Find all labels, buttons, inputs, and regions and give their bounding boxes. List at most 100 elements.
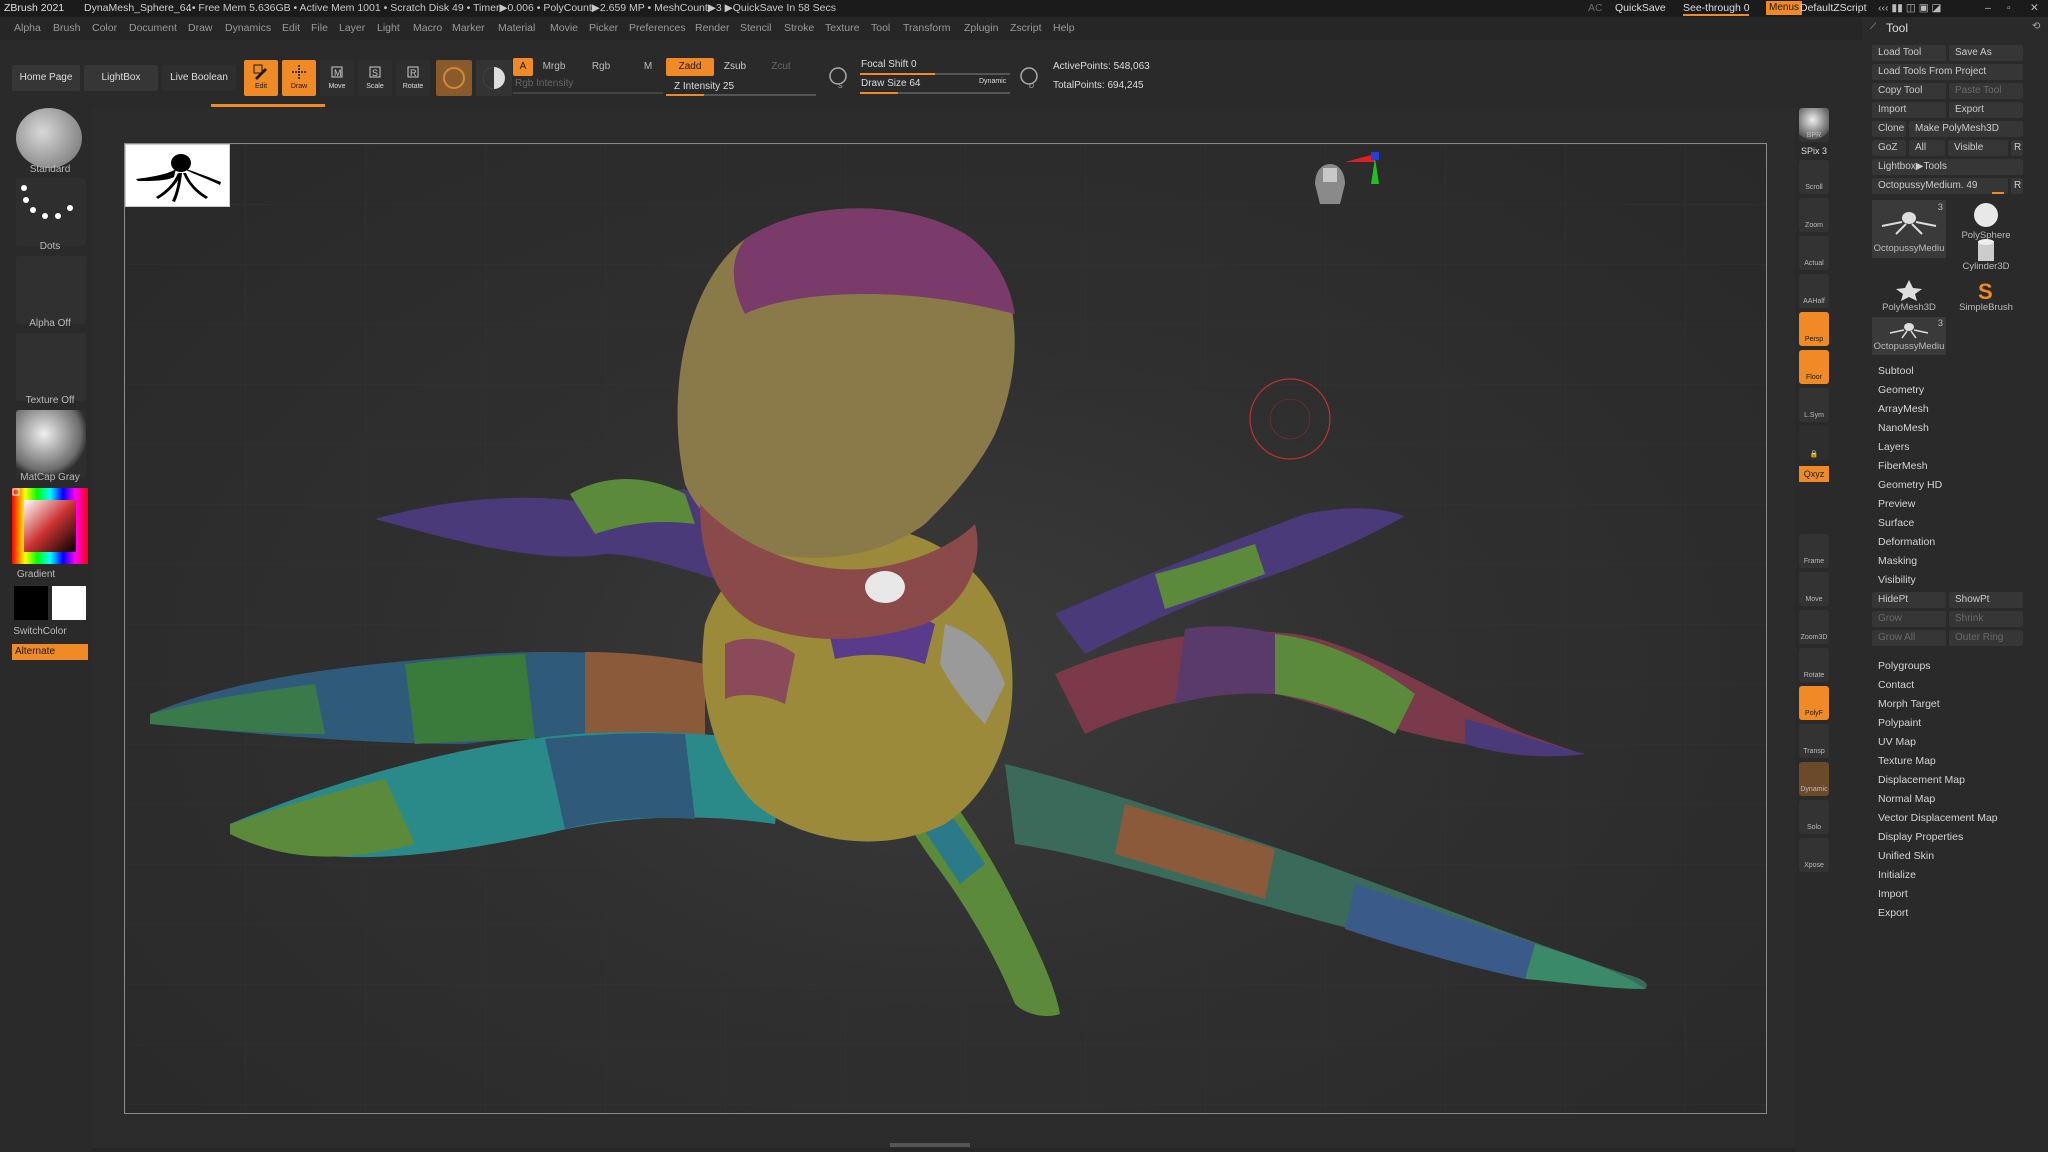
scroll-button[interactable]: Scroll	[1799, 160, 1829, 194]
dynamic-button[interactable]: Dynamic	[1799, 762, 1829, 796]
zadd-toggle[interactable]: Zadd	[666, 58, 714, 76]
subpalette-fibermesh[interactable]: FiberMesh	[1878, 460, 1928, 472]
lightbox-tools-button[interactable]: Lightbox▶Tools	[1872, 159, 2023, 175]
subpalette-geometry-hd[interactable]: Geometry HD	[1878, 479, 1942, 491]
menu-texture[interactable]: Texture	[825, 22, 859, 34]
tool-tile-polymesh3d[interactable]: PolyMesh3D	[1872, 278, 1946, 316]
menu-marker[interactable]: Marker	[452, 22, 485, 34]
zoom-button[interactable]: Zoom	[1799, 198, 1829, 232]
subpalette-polygroups[interactable]: Polygroups	[1878, 660, 1931, 672]
subpalette-import[interactable]: Import	[1878, 888, 1908, 900]
home-page-button[interactable]: Home Page	[12, 65, 80, 91]
subpalette-polypaint[interactable]: Polypaint	[1878, 717, 1921, 729]
color-sphere-button[interactable]	[476, 60, 512, 96]
subpalette-visibility[interactable]: Visibility	[1878, 574, 1916, 586]
bpr-button[interactable]: BPR	[1799, 108, 1829, 142]
alternate-button[interactable]: Alternate	[12, 644, 88, 660]
goz-visible-button[interactable]: Visible	[1948, 140, 2008, 156]
subpalette-geometry[interactable]: Geometry	[1878, 384, 1924, 396]
actual-button[interactable]: Actual	[1799, 236, 1829, 270]
save-as-button[interactable]: Save As	[1949, 45, 2023, 61]
rgb-toggle[interactable]: Rgb	[584, 58, 618, 76]
a-toggle[interactable]: A	[513, 58, 533, 76]
subpalette-contact[interactable]: Contact	[1878, 679, 1914, 691]
zcut-toggle[interactable]: Zcut	[764, 58, 798, 76]
dynamic-toggle[interactable]: Dynamic	[979, 78, 1006, 85]
load-tools-from-project-button[interactable]: Load Tools From Project	[1872, 64, 2023, 80]
rotate-button[interactable]: R Rotate	[396, 60, 430, 96]
polyf-button[interactable]: PolyF	[1799, 686, 1829, 720]
draw-size-slider[interactable]: Draw Size 64	[861, 78, 920, 89]
copy-tool-button[interactable]: Copy Tool	[1872, 83, 1946, 99]
goz-button[interactable]: GoZ	[1872, 140, 1906, 156]
aahalf-button[interactable]: AAHalf	[1799, 274, 1829, 308]
lsym-button[interactable]: L.Sym	[1799, 388, 1829, 422]
solo-button[interactable]: Solo	[1799, 800, 1829, 834]
stroke-thumbnail[interactable]	[16, 178, 86, 246]
secondary-color-swatch[interactable]	[14, 586, 48, 620]
palette-pin-icon[interactable]: ⟋	[1870, 21, 1876, 32]
m-toggle[interactable]: M	[638, 58, 658, 76]
menu-tool[interactable]: Tool	[871, 22, 890, 34]
focal-shift-slider[interactable]: Focal Shift 0	[861, 59, 917, 70]
subpalette-preview[interactable]: Preview	[1878, 498, 1915, 510]
export-tool-button[interactable]: Export	[1949, 102, 2023, 118]
material-thumbnail[interactable]	[16, 410, 86, 478]
material-swatch-button[interactable]	[436, 60, 472, 96]
goz-r-button[interactable]: R	[2011, 140, 2023, 156]
subpalette-masking[interactable]: Masking	[1878, 555, 1917, 567]
texture-thumbnail[interactable]	[16, 333, 86, 401]
current-tool-r-button[interactable]: R	[2011, 178, 2023, 194]
menu-edit[interactable]: Edit	[282, 22, 300, 34]
subpalette-texture-map[interactable]: Texture Map	[1878, 755, 1936, 767]
menu-dynamics[interactable]: Dynamics	[225, 22, 271, 34]
menu-stroke[interactable]: Stroke	[784, 22, 814, 34]
layout-icons[interactable]: ‹‹‹ ▮▮ ◫ ▣ ◪	[1878, 2, 1941, 14]
grow-all-button[interactable]: Grow All	[1872, 630, 1946, 646]
menu-brush[interactable]: Brush	[53, 22, 80, 34]
reference-image[interactable]	[125, 144, 230, 207]
persp-button[interactable]: Persp	[1799, 312, 1829, 346]
subpalette-export[interactable]: Export	[1878, 907, 1908, 919]
switchcolor-button[interactable]: SwitchColor	[0, 626, 80, 637]
menus-toggle[interactable]: Menus	[1766, 1, 1803, 15]
subpalette-initialize[interactable]: Initialize	[1878, 869, 1916, 881]
shrink-button[interactable]: Shrink	[1949, 611, 2023, 627]
move-button[interactable]: M Move	[320, 60, 354, 96]
menu-light[interactable]: Light	[377, 22, 400, 34]
grow-button[interactable]: Grow	[1872, 611, 1946, 627]
menu-layer[interactable]: Layer	[339, 22, 365, 34]
brush-thumbnail[interactable]	[16, 108, 82, 168]
lightbox-button[interactable]: LightBox	[84, 65, 158, 91]
tool-tile-cylinder3d[interactable]: Cylinder3D	[1949, 239, 2023, 277]
edit-button[interactable]: Edit	[244, 60, 278, 96]
minimize-icon[interactable]: –	[1985, 2, 1991, 14]
octopus-model[interactable]	[125, 144, 1766, 1113]
tool-tile-octopussy-2[interactable]: 3 OctopussyMediu	[1872, 317, 1946, 355]
menu-transform[interactable]: Transform	[903, 22, 950, 34]
subpalette-unified-skin[interactable]: Unified Skin	[1878, 850, 1934, 862]
bottom-tray-handle[interactable]	[890, 1143, 970, 1147]
menu-color[interactable]: Color	[92, 22, 117, 34]
menu-help[interactable]: Help	[1053, 22, 1075, 34]
goz-all-button[interactable]: All	[1909, 140, 1945, 156]
menu-draw[interactable]: Draw	[188, 22, 213, 34]
alpha-thumbnail[interactable]	[16, 256, 86, 324]
lazy-mouse-icon[interactable]: S	[826, 64, 850, 90]
subpalette-uv-map[interactable]: UV Map	[1878, 736, 1916, 748]
transp-button[interactable]: Transp	[1799, 724, 1829, 758]
menu-zscript[interactable]: Zscript	[1010, 22, 1042, 34]
menu-file[interactable]: File	[311, 22, 328, 34]
subpalette-display-properties[interactable]: Display Properties	[1878, 831, 1963, 843]
document-viewport[interactable]	[124, 143, 1767, 1114]
import-tool-button[interactable]: Import	[1872, 102, 1946, 118]
outer-ring-button[interactable]: Outer Ring	[1949, 630, 2023, 646]
clone-button[interactable]: Clone	[1872, 121, 1906, 137]
subpalette-surface[interactable]: Surface	[1878, 517, 1914, 529]
current-tool-slider[interactable]: OctopussyMedium. 49	[1872, 178, 2008, 194]
backface-mask-icon[interactable]: D	[1017, 64, 1041, 90]
floor-button[interactable]: Floor	[1799, 350, 1829, 384]
hidept-button[interactable]: HidePt	[1872, 592, 1946, 608]
menu-document[interactable]: Document	[129, 22, 177, 34]
subpalette-displacement-map[interactable]: Displacement Map	[1878, 774, 1965, 786]
